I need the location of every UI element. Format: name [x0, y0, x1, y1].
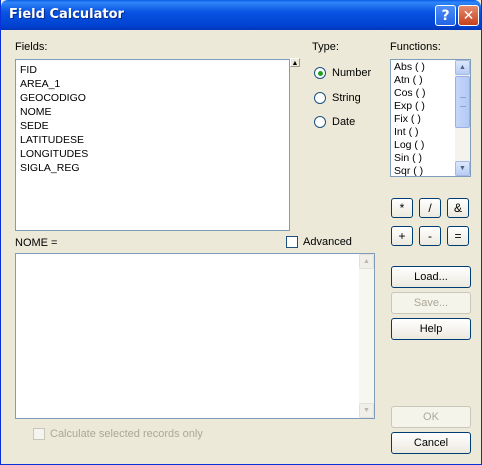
type-string-label: String [332, 92, 361, 104]
advanced-label: Advanced [303, 236, 352, 248]
equals-button[interactable]: = [447, 226, 469, 246]
load-button[interactable]: Load... [391, 266, 471, 288]
radio-selected-icon [314, 67, 326, 79]
help-button[interactable]: Help [391, 318, 471, 340]
radio-icon [314, 92, 326, 104]
functions-list[interactable]: Abs ( ) Atn ( ) Cos ( ) Exp ( ) Fix ( ) … [390, 59, 471, 177]
field-item[interactable]: GEOCODIGO [20, 91, 285, 105]
expression-scrollbar[interactable]: ▲ ▼ [359, 254, 374, 418]
fields-sort-button[interactable]: ▲ [290, 58, 300, 67]
scroll-down-icon[interactable]: ▼ [359, 403, 374, 418]
save-button[interactable]: Save... [391, 292, 471, 314]
field-item[interactable]: SEDE [20, 119, 285, 133]
help-title-button[interactable]: ? [435, 5, 456, 26]
close-icon: ✕ [462, 7, 475, 24]
selected-only-checkbox[interactable] [33, 428, 45, 440]
field-calculator-dialog: Field Calculator ? ✕ Fields: FID AREA_1 … [0, 0, 482, 465]
title-bar[interactable]: Field Calculator ? ✕ [1, 0, 481, 30]
concatenate-button[interactable]: & [447, 198, 469, 218]
divide-button[interactable]: / [419, 198, 441, 218]
type-number-label: Number [332, 67, 372, 79]
plus-button[interactable]: + [391, 226, 413, 246]
functions-label: Functions: [390, 41, 441, 53]
field-item[interactable]: LATITUDESE [20, 133, 285, 147]
close-button[interactable]: ✕ [458, 5, 479, 26]
window-title: Field Calculator [9, 7, 124, 22]
advanced-checkbox[interactable] [286, 236, 298, 248]
field-item[interactable]: LONGITUDES [20, 147, 285, 161]
fields-list[interactable]: FID AREA_1 GEOCODIGO NOME SEDE LATITUDES… [15, 59, 290, 231]
expression-textarea[interactable]: ▲ ▼ [15, 253, 375, 419]
fields-label: Fields: [15, 41, 48, 53]
field-item[interactable]: AREA_1 [20, 77, 285, 91]
multiply-button[interactable]: * [391, 198, 413, 218]
field-item[interactable]: FID [20, 63, 285, 77]
selected-only-label: Calculate selected records only [50, 428, 203, 440]
type-string-radio[interactable]: String [314, 91, 361, 105]
ok-button[interactable]: OK [391, 406, 471, 428]
type-label: Type: [312, 41, 339, 53]
field-item[interactable]: SIGLA_REG [20, 161, 285, 175]
expression-label: NOME = [15, 237, 58, 249]
radio-icon [314, 116, 326, 128]
scroll-down-icon[interactable]: ▼ [455, 161, 470, 176]
type-number-radio[interactable]: Number [314, 66, 371, 80]
scroll-thumb[interactable] [455, 76, 470, 128]
scroll-up-icon[interactable]: ▲ [455, 60, 470, 75]
cancel-button[interactable]: Cancel [391, 432, 471, 454]
functions-scrollbar[interactable]: ▲ ▼ [455, 60, 470, 176]
type-date-radio[interactable]: Date [314, 115, 355, 129]
question-mark-icon: ? [441, 7, 450, 24]
field-item[interactable]: NOME [20, 105, 285, 119]
type-date-label: Date [332, 116, 356, 128]
scroll-up-icon[interactable]: ▲ [359, 254, 374, 269]
minus-button[interactable]: - [419, 226, 441, 246]
